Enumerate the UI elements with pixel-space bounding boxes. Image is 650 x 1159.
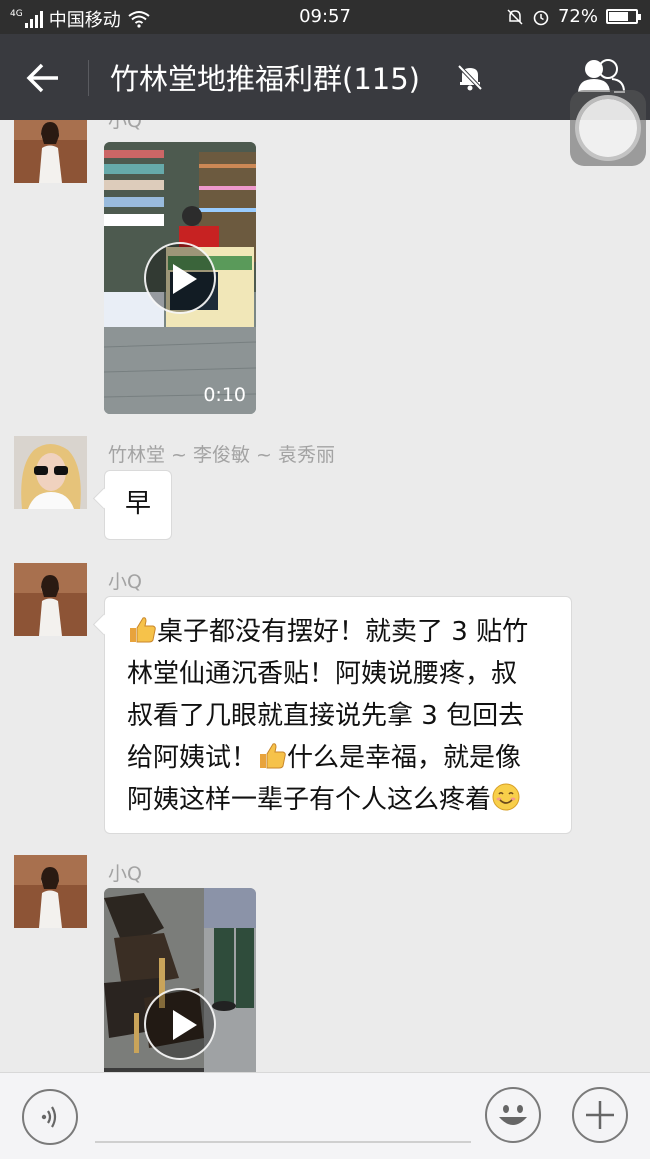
plus-icon — [586, 1101, 614, 1129]
sender-name: 小Q — [108, 120, 142, 132]
bell-off-icon — [507, 8, 523, 25]
arrow-left-icon — [26, 63, 58, 93]
back-button[interactable] — [22, 58, 66, 98]
voice-icon — [41, 1106, 57, 1128]
thumbs-up-icon — [260, 743, 286, 769]
status-right: 72% — [506, 6, 641, 27]
message-line: 给阿姨试！ 什么是幸福，就是像 — [127, 737, 561, 779]
message-line: 阿姨这样一辈子有个人这么疼着 — [127, 779, 561, 821]
thumbs-up-icon — [130, 617, 156, 643]
play-icon[interactable] — [144, 242, 216, 314]
video-message[interactable] — [104, 888, 256, 1072]
bell-muted-icon — [457, 64, 483, 91]
message-bubble[interactable]: 桌子都没有摆好！就卖了 3 贴竹 林堂仙通沉香贴！阿姨说腰疼，叔 叔看了几眼就直… — [104, 596, 572, 834]
emoji-button[interactable] — [485, 1087, 541, 1143]
assistive-touch-button[interactable] — [570, 90, 646, 166]
avatar[interactable] — [14, 120, 87, 183]
message-text: 早 — [125, 489, 152, 519]
sender-name: 小Q — [108, 571, 142, 593]
alarm-icon — [533, 10, 549, 25]
message-line: 林堂仙通沉香贴！阿姨说腰疼，叔 — [127, 659, 518, 689]
sender-name: 竹林堂 ~ 李俊敏 ~ 袁秀丽 — [108, 444, 335, 466]
more-button[interactable] — [572, 1087, 628, 1143]
video-duration: 0:10 — [203, 384, 246, 406]
voice-button[interactable] — [22, 1089, 78, 1145]
message-bubble[interactable]: 早 — [104, 470, 172, 540]
chat-header: 竹林堂地推福利群(115) — [0, 34, 650, 120]
sender-name: 小Q — [108, 863, 142, 885]
video-message[interactable]: 0:10 — [104, 142, 256, 414]
header-divider — [88, 60, 89, 96]
assistive-touch-icon — [579, 99, 637, 157]
message-line: 桌子都没有摆好！就卖了 3 贴竹 — [127, 611, 561, 653]
message-input[interactable] — [95, 1141, 471, 1143]
message-list[interactable]: 小Q 0:10 竹林堂 ~ 李俊敏 ~ 袁秀丽 早 小Q 桌子都没有摆好！就卖了… — [0, 120, 650, 1072]
input-bar — [0, 1072, 650, 1159]
message-line: 叔看了几眼就直接说先拿 3 包回去 — [127, 701, 525, 731]
smiling-face-icon — [492, 783, 520, 811]
play-icon[interactable] — [144, 988, 216, 1060]
battery-percent: 72% — [557, 6, 598, 27]
avatar[interactable] — [14, 563, 87, 636]
chat-title: 竹林堂地推福利群(115) — [110, 62, 420, 96]
smiley-icon — [499, 1105, 527, 1125]
status-bar: 4G 中国移动 09:57 72% — [0, 0, 650, 34]
avatar[interactable] — [14, 436, 87, 509]
avatar[interactable] — [14, 855, 87, 928]
battery-icon — [606, 9, 641, 24]
